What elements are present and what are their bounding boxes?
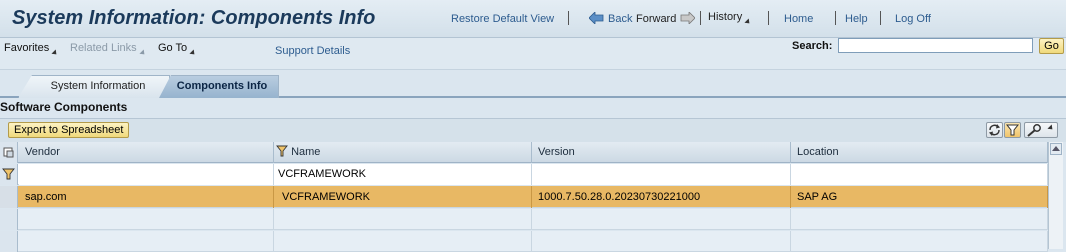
- separator: [835, 11, 836, 25]
- help-link[interactable]: Help: [845, 13, 868, 25]
- dropdown-icon: [189, 49, 197, 57]
- dropdown-icon: [1047, 124, 1055, 132]
- back-link[interactable]: Back: [608, 13, 632, 25]
- home-link[interactable]: Home: [784, 13, 813, 25]
- filter-cell-version[interactable]: [532, 164, 791, 185]
- menu-bar: Favorites Related Links Go To Support De…: [0, 38, 1066, 70]
- support-details-link[interactable]: Support Details: [275, 45, 350, 57]
- related-links-label: Related Links: [70, 42, 137, 54]
- go-to-menu[interactable]: Go To: [158, 42, 197, 57]
- dropdown-icon: [139, 49, 147, 57]
- cell-empty: [274, 209, 532, 230]
- tab-system-information[interactable]: System Information: [18, 75, 170, 98]
- row-selector[interactable]: [0, 209, 18, 230]
- tab-strip: System Information Components Info: [0, 70, 1066, 98]
- restore-default-view-link[interactable]: Restore Default View: [451, 13, 554, 25]
- search-input[interactable]: [838, 38, 1033, 53]
- column-header-name-label: Name: [291, 146, 321, 158]
- filter-icon[interactable]: [1004, 122, 1021, 138]
- cell-empty: [19, 209, 274, 230]
- tab-components-info[interactable]: Components Info: [159, 75, 279, 98]
- column-header-vendor[interactable]: Vendor: [19, 142, 274, 163]
- column-header-version[interactable]: Version: [532, 142, 791, 163]
- cell-vendor: sap.com: [19, 186, 274, 208]
- cell-version: 1000.7.50.28.0.20230730221000: [532, 186, 791, 208]
- table-row[interactable]: sap.com VCFRAMEWORK 1000.7.50.28.0.20230…: [0, 186, 1048, 208]
- settings-icon[interactable]: [1024, 122, 1058, 138]
- forward-link[interactable]: Forward: [636, 13, 676, 25]
- column-header-location[interactable]: Location: [791, 142, 1048, 163]
- filter-cell-name[interactable]: VCFRAMEWORK: [274, 164, 532, 185]
- separator: [768, 11, 769, 25]
- favorites-label: Favorites: [4, 42, 50, 54]
- separator: [700, 11, 701, 25]
- section-title: Software Components: [0, 100, 128, 114]
- history-label: History: [708, 11, 743, 23]
- cell-location: SAP AG: [791, 186, 1048, 208]
- row-selector[interactable]: [0, 186, 18, 208]
- related-links-menu[interactable]: Related Links: [70, 42, 147, 57]
- filter-row: VCFRAMEWORK: [0, 164, 1048, 185]
- header-bar: System Information: Components Info Rest…: [0, 0, 1066, 38]
- vertical-scrollbar[interactable]: [1048, 142, 1063, 249]
- table-header-row: Vendor Name Version Location: [0, 142, 1048, 163]
- export-to-spreadsheet-button[interactable]: Export to Spreadsheet: [8, 122, 130, 138]
- column-header-name[interactable]: Name: [274, 142, 532, 163]
- filter-row-icon[interactable]: [0, 164, 18, 185]
- history-menu[interactable]: History: [708, 11, 752, 26]
- table-toolbar: Export to Spreadsheet: [0, 118, 1066, 142]
- column-select-icon[interactable]: [0, 142, 18, 163]
- separator: [880, 11, 881, 25]
- refresh-icon[interactable]: [986, 122, 1003, 138]
- scroll-up-icon[interactable]: [1050, 143, 1062, 155]
- forward-arrow-icon[interactable]: [680, 12, 695, 24]
- page-title: System Information: Components Info: [12, 7, 376, 29]
- back-arrow-icon[interactable]: [589, 12, 604, 24]
- go-button[interactable]: Go: [1039, 38, 1064, 54]
- cell-empty: [532, 209, 791, 230]
- separator: [568, 11, 569, 25]
- filter-cell-location[interactable]: [791, 164, 1048, 185]
- dropdown-icon: [51, 49, 59, 57]
- filter-icon: [276, 145, 288, 157]
- table-row-empty: [0, 209, 1048, 230]
- filter-cell-vendor[interactable]: [19, 164, 274, 185]
- search-label: Search:: [792, 40, 833, 52]
- cell-name: VCFRAMEWORK: [274, 186, 532, 208]
- cell-empty: [791, 209, 1048, 230]
- favorites-menu[interactable]: Favorites: [4, 42, 59, 57]
- go-to-label: Go To: [158, 42, 188, 54]
- log-off-link[interactable]: Log Off: [895, 13, 931, 25]
- dropdown-icon: [744, 18, 752, 26]
